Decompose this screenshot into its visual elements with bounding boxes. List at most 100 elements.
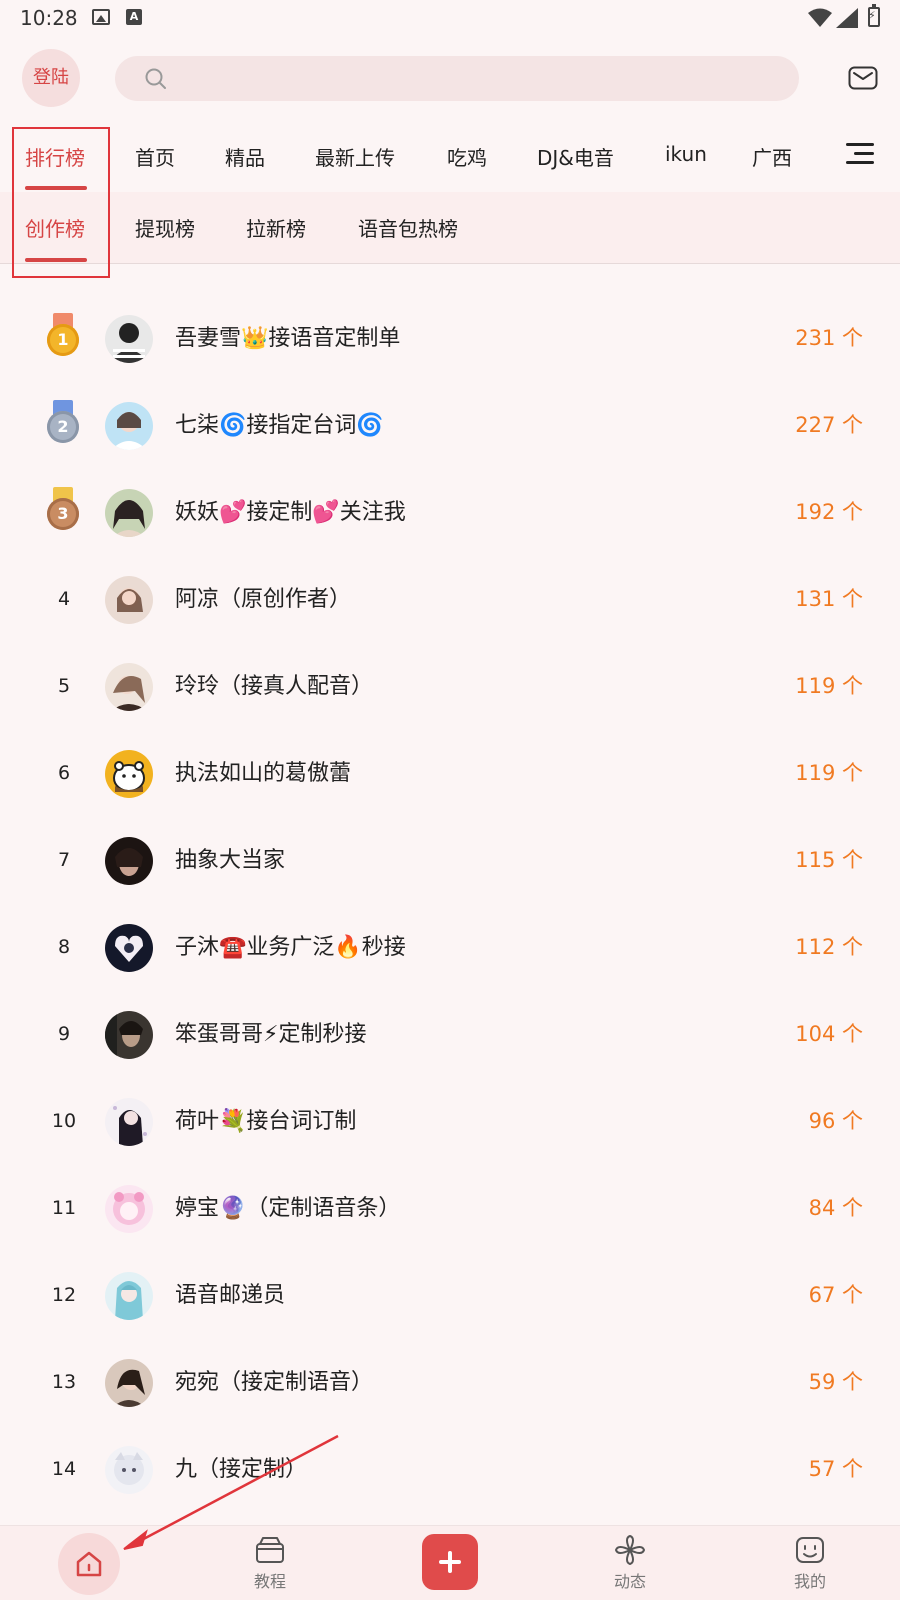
user-name: 子沐☎️业务广泛🔥秒接: [175, 935, 406, 960]
home-icon: [76, 1551, 102, 1577]
user-name: 阿凉（原创作者）: [175, 587, 352, 612]
work-count: 67 个: [808, 1283, 863, 1307]
work-count: 231 个: [795, 326, 863, 350]
work-count: 227 个: [795, 413, 863, 437]
nav-home-button[interactable]: [58, 1533, 120, 1595]
pinwheel-icon: [614, 1534, 646, 1566]
avatar[interactable]: [105, 1098, 153, 1146]
ranking-row[interactable]: 11 婷宝🔮（定制语音条） 84 个: [0, 1165, 900, 1252]
bronze-medal-icon: 3: [47, 487, 79, 537]
nav-feed-label: 动态: [614, 1572, 647, 1591]
ranking-row[interactable]: 9 笨蛋哥哥⚡定制秒接 104 个: [0, 991, 900, 1078]
mail-icon[interactable]: [848, 66, 878, 90]
user-name: 语音邮递员: [175, 1283, 286, 1308]
ranking-row[interactable]: 8 子沐☎️业务广泛🔥秒接 112 个: [0, 904, 900, 991]
ranking-row[interactable]: 7 抽象大当家 115 个: [0, 817, 900, 904]
tab-dj-electronic[interactable]: DJ&电音: [537, 142, 614, 171]
tab-guangxi[interactable]: 广西: [752, 142, 792, 171]
ranking-row[interactable]: 10 荷叶💐接台词订制 96 个: [0, 1078, 900, 1165]
app-screen: 10:28 A 登陆 排行榜 首页 精品 最新上传 吃鸡 DJ&电音 ikun …: [0, 0, 900, 1600]
ranking-row[interactable]: 12 语音邮递员 67 个: [0, 1252, 900, 1339]
avatar[interactable]: [105, 1272, 153, 1320]
avatar[interactable]: [105, 402, 153, 450]
user-name: 荷叶💐接台词订制: [175, 1109, 357, 1134]
ranking-row[interactable]: 2 七柒🌀接指定台词🌀 227 个: [0, 382, 900, 469]
avatar[interactable]: [105, 1359, 153, 1407]
rank-number: 14: [51, 1458, 77, 1480]
ranking-row[interactable]: 13 宛宛（接定制语音） 59 个: [0, 1339, 900, 1426]
avatar[interactable]: [105, 837, 153, 885]
rank-number: 4: [57, 588, 71, 610]
add-button[interactable]: [422, 1534, 478, 1590]
search-icon: [145, 68, 166, 89]
avatar[interactable]: [105, 489, 153, 537]
rank-number: 6: [57, 762, 71, 784]
wifi-icon: [808, 8, 832, 27]
tab-ikun[interactable]: ikun: [665, 142, 707, 166]
ranking-row[interactable]: 14 九（接定制） 57 个: [0, 1426, 900, 1513]
login-button[interactable]: 登陆: [22, 49, 80, 107]
ranking-row[interactable]: 6 执法如山的葛傲蕾 119 个: [0, 730, 900, 817]
user-name: 玲玲（接真人配音）: [175, 674, 374, 699]
subtab-referrals[interactable]: 拉新榜: [246, 213, 306, 242]
rank-number: 10: [51, 1110, 77, 1132]
ranking-row[interactable]: 5 玲玲（接真人配音） 119 个: [0, 643, 900, 730]
avatar[interactable]: [105, 663, 153, 711]
smiley-icon: [796, 1537, 824, 1563]
rank-number: 13: [51, 1371, 77, 1393]
work-count: 57 个: [808, 1457, 863, 1481]
avatar[interactable]: [105, 315, 153, 363]
ranking-row[interactable]: 4 阿凉（原创作者） 131 个: [0, 556, 900, 643]
silver-medal-icon: 2: [47, 400, 79, 450]
user-name: 宛宛（接定制语音）: [175, 1370, 374, 1395]
avatar[interactable]: [105, 924, 153, 972]
ranking-list: 1 吾妻雪👑接语音定制单 231 个 2 七柒🌀接指定台词🌀 227 个 3 妖…: [0, 295, 900, 1513]
avatar[interactable]: [105, 750, 153, 798]
work-count: 104 个: [795, 1022, 863, 1046]
gold-medal-icon: 1: [47, 313, 79, 363]
image-icon: [92, 9, 110, 25]
subtab-withdrawals[interactable]: 提现榜: [135, 213, 195, 242]
annotation-highlight-box: [12, 127, 110, 278]
rank-number: 5: [57, 675, 71, 697]
avatar[interactable]: [105, 1446, 153, 1494]
user-name: 吾妻雪👑接语音定制单: [175, 326, 401, 351]
user-name: 七柒🌀接指定台词🌀: [175, 413, 384, 438]
a-icon: A: [126, 9, 142, 25]
ranking-row[interactable]: 1 吾妻雪👑接语音定制单 231 个: [0, 295, 900, 382]
work-count: 96 个: [808, 1109, 863, 1133]
box-icon: [256, 1537, 284, 1563]
work-count: 115 个: [795, 848, 863, 872]
avatar[interactable]: [105, 576, 153, 624]
battery-charging-icon: [868, 4, 880, 27]
ranking-subtabs: 创作榜 提现榜 拉新榜 语音包热榜: [0, 192, 900, 264]
avatar[interactable]: [105, 1185, 153, 1233]
tab-pubg[interactable]: 吃鸡: [447, 142, 487, 171]
rank-number: 8: [57, 936, 71, 958]
work-count: 84 个: [808, 1196, 863, 1220]
tab-featured[interactable]: 精品: [225, 142, 265, 171]
user-name: 九（接定制）: [175, 1457, 308, 1482]
user-name: 执法如山的葛傲蕾: [175, 761, 352, 786]
tab-latest-upload[interactable]: 最新上传: [315, 142, 395, 171]
user-name: 抽象大当家: [175, 848, 286, 873]
rank-number: 9: [57, 1023, 71, 1045]
work-count: 119 个: [795, 674, 863, 698]
cellular-icon: [836, 8, 858, 28]
rank-number: 12: [51, 1284, 77, 1306]
ranking-row[interactable]: 3 妖妖💕接定制💕关注我 192 个: [0, 469, 900, 556]
status-time: 10:28: [20, 6, 78, 30]
menu-icon[interactable]: [846, 143, 874, 165]
work-count: 131 个: [795, 587, 863, 611]
user-name: 婷宝🔮（定制语音条）: [175, 1196, 401, 1221]
search-input[interactable]: [115, 56, 799, 101]
user-name: 妖妖💕接定制💕关注我: [175, 500, 406, 525]
user-name: 笨蛋哥哥⚡定制秒接: [175, 1022, 367, 1047]
subtab-voice-pack-hot[interactable]: 语音包热榜: [358, 213, 458, 242]
category-tabs: 排行榜 首页 精品 最新上传 吃鸡 DJ&电音 ikun 广西: [0, 128, 900, 192]
work-count: 119 个: [795, 761, 863, 785]
work-count: 112 个: [795, 935, 863, 959]
avatar[interactable]: [105, 1011, 153, 1059]
rank-number: 7: [57, 849, 71, 871]
tab-home[interactable]: 首页: [135, 142, 175, 171]
